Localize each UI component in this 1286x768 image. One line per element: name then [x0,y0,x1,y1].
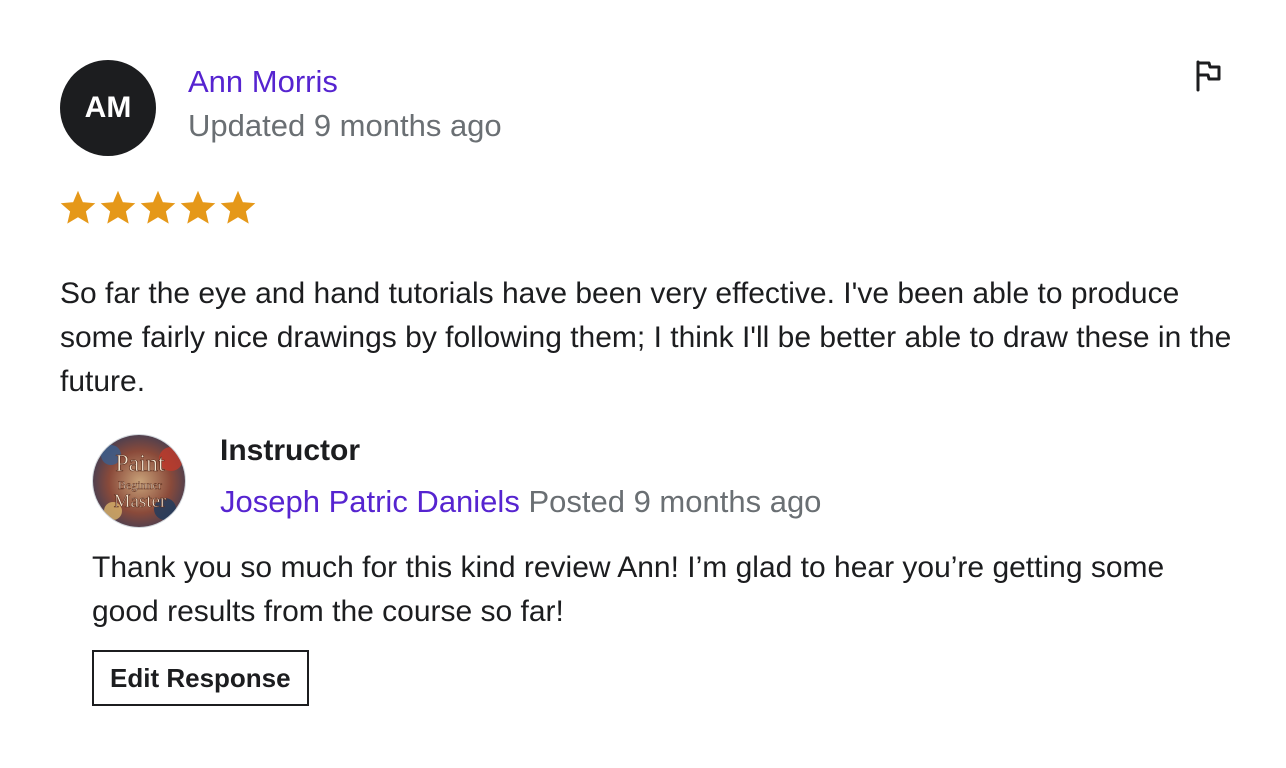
instructor-avatar: Paint Beginner Master [92,434,186,528]
course-logo-image: Paint Beginner Master [93,435,185,527]
logo-word-2: Beginner [118,478,162,492]
report-button[interactable] [1190,58,1226,94]
logo-word-3: Master [114,491,167,512]
star-rating [60,188,256,228]
response-meta: Joseph Patric Daniels Posted 9 months ag… [220,484,821,520]
logo-word-1: Paint [115,451,165,477]
flag-icon [1196,60,1221,92]
star-icon [180,190,216,224]
review-timestamp: Updated 9 months ago [188,108,502,143]
star-icon [100,190,136,224]
star-icon [60,190,96,224]
avatar-initials: AM [84,91,132,124]
star-icon [220,190,256,224]
instructor-name[interactable]: Joseph Patric Daniels [220,484,520,519]
review-text: So far the eye and hand tutorials have b… [60,277,1232,398]
edit-response-button[interactable]: Edit Response [92,650,309,706]
star-icon [140,190,176,224]
response-role-label: Instructor [220,434,361,467]
review-card: AM Ann Morris Updated 9 months ago So fa… [0,0,1286,768]
response-timestamp: Posted 9 months ago [528,484,822,519]
reviewer-name[interactable]: Ann Morris [188,64,338,100]
reviewer-avatar: AM [60,60,156,156]
response-text: Thank you so much for this kind review A… [92,551,1165,628]
